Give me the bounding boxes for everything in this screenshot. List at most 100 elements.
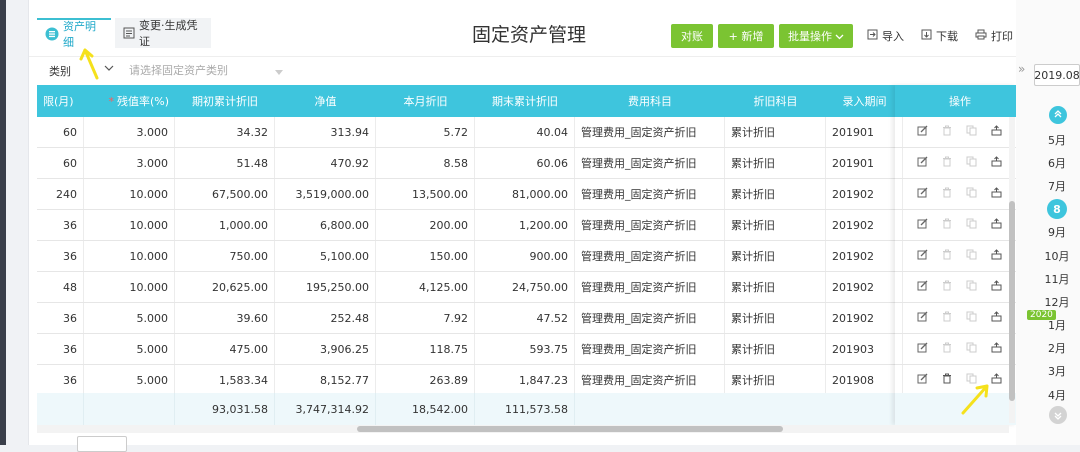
col-label: 残值率(%) xyxy=(116,95,169,108)
month-item[interactable]: 6月 xyxy=(1034,151,1080,174)
copy-icon[interactable] xyxy=(966,373,977,387)
dispose-icon[interactable] xyxy=(991,280,1002,294)
month-item[interactable]: 10月 xyxy=(1034,244,1080,267)
delete-icon[interactable] xyxy=(942,311,952,325)
category-select[interactable]: 请选择固定资产类别 xyxy=(129,62,289,78)
dispose-icon[interactable] xyxy=(991,342,1002,356)
chevron-up-icon xyxy=(1054,110,1062,118)
table-row[interactable]: 60 3.000 34.32 313.94 5.72 40.04 管理费用_固定资产折旧 累计… xyxy=(37,117,1017,148)
table-row[interactable]: 60 3.000 51.48 470.92 8.58 60.06 管理费用_固定资产折旧 累计… xyxy=(37,148,1017,179)
cell-entry-period: 201902 xyxy=(826,303,903,333)
cell-net-value: 3,906.25 xyxy=(275,334,376,364)
chevron-down-icon[interactable] xyxy=(104,61,114,78)
dispose-icon[interactable] xyxy=(991,156,1002,170)
reconcile-button[interactable]: 对账 xyxy=(671,24,713,48)
table-row[interactable]: 240 10.000 67,500.00 3,519,000.00 13,500.00 8… xyxy=(37,179,1017,210)
month-item[interactable]: 4月 xyxy=(1034,383,1080,406)
expand-icon[interactable]: » xyxy=(1018,62,1025,76)
copy-icon[interactable] xyxy=(966,249,977,263)
top-bar: 资产明细 变更·生成凭证 固定资产管理 对账 + 新增 批量操作 导入 下载 打… xyxy=(29,0,1017,56)
batch-operations-button[interactable]: 批量操作 xyxy=(779,24,853,48)
scroll-down-button[interactable] xyxy=(1049,406,1067,424)
col-operations: 操作 xyxy=(949,95,971,108)
cell-life: 60 xyxy=(37,148,84,178)
dispose-icon[interactable] xyxy=(991,373,1002,387)
month-item[interactable]: 11月 xyxy=(1034,267,1080,290)
delete-icon[interactable] xyxy=(942,342,952,356)
month-item[interactable]: 2月 xyxy=(1034,337,1080,360)
month-item[interactable]: 3月 xyxy=(1034,360,1080,383)
table-row[interactable]: 48 10.000 20,625.00 195,250.00 4,125.00 24,75… xyxy=(37,272,1017,303)
table-row[interactable]: 36 5.000 475.00 3,906.25 118.75 593.75 管理费用_固定… xyxy=(37,334,1017,365)
table-row[interactable]: 36 10.000 1,000.00 6,800.00 200.00 1,200.00 管理… xyxy=(37,210,1017,241)
page-size-input[interactable] xyxy=(77,436,127,452)
dispose-icon[interactable] xyxy=(991,125,1002,139)
col-dep-account: 折旧科目 xyxy=(753,95,798,108)
cell-net-value: 3,519,000.00 xyxy=(275,179,376,209)
tab-change-voucher[interactable]: 变更·生成凭证 xyxy=(115,18,211,48)
delete-icon[interactable] xyxy=(942,373,952,387)
month-item[interactable]: 8 xyxy=(1034,198,1080,221)
cell-life: 48 xyxy=(37,272,84,302)
dispose-icon[interactable] xyxy=(991,311,1002,325)
edit-icon[interactable] xyxy=(917,280,928,294)
table-row[interactable]: 36 5.000 39.60 252.48 7.92 47.52 管理费用_固定资产折旧 累计… xyxy=(37,303,1017,334)
edit-icon[interactable] xyxy=(917,187,928,201)
month-item[interactable]: 5月 xyxy=(1034,128,1080,151)
period-sidebar: » 2019.08 5月 6月 7月 8 9月 10月 11月 12月 1月 2月 3月 4月 202… xyxy=(1016,0,1080,445)
cell-life: 36 xyxy=(37,334,84,364)
copy-icon[interactable] xyxy=(966,156,977,170)
cell-opening-accum: 1,000.00 xyxy=(175,210,275,240)
dispose-icon[interactable] xyxy=(991,218,1002,232)
download-button[interactable]: 下载 xyxy=(921,24,958,48)
edit-icon[interactable] xyxy=(917,156,928,170)
chevron-down-icon xyxy=(835,30,844,43)
delete-icon[interactable] xyxy=(942,249,952,263)
cell-opening-accum: 750.00 xyxy=(175,241,275,271)
import-button[interactable]: 导入 xyxy=(867,24,904,48)
category-label: 类别 xyxy=(49,65,71,78)
period-display[interactable]: 2019.08 xyxy=(1034,64,1080,86)
year-badge: 2020 xyxy=(1027,310,1056,320)
cell-life: 240 xyxy=(37,179,84,209)
month-item[interactable]: 9月 xyxy=(1034,221,1080,244)
copy-icon[interactable] xyxy=(966,218,977,232)
horizontal-scroll-thumb[interactable] xyxy=(357,426,783,432)
horizontal-scrollbar[interactable] xyxy=(37,425,1009,433)
edit-icon[interactable] xyxy=(917,218,928,232)
month-label: 8 xyxy=(1047,199,1067,220)
table-row[interactable]: 36 10.000 750.00 5,100.00 150.00 900.00 管理费用_固… xyxy=(37,241,1017,272)
scroll-up-button[interactable] xyxy=(1049,106,1067,124)
dispose-icon[interactable] xyxy=(991,249,1002,263)
dispose-icon[interactable] xyxy=(991,187,1002,201)
col-closing-accum: 期末累计折旧 xyxy=(492,95,558,108)
delete-icon[interactable] xyxy=(942,280,952,294)
table-row[interactable]: 36 5.000 1,583.34 8,152.77 263.89 1,847.23 管理费… xyxy=(37,365,1017,396)
copy-icon[interactable] xyxy=(966,187,977,201)
delete-icon[interactable] xyxy=(942,218,952,232)
month-label: 3月 xyxy=(1048,365,1066,379)
delete-icon[interactable] xyxy=(942,187,952,201)
delete-icon[interactable] xyxy=(942,125,952,139)
add-button[interactable]: + 新增 xyxy=(718,24,774,48)
vertical-scroll-thumb[interactable] xyxy=(1009,201,1015,401)
edit-icon[interactable] xyxy=(917,311,928,325)
edit-icon[interactable] xyxy=(917,342,928,356)
edit-icon[interactable] xyxy=(917,373,928,387)
cell-operations xyxy=(903,365,1017,395)
copy-icon[interactable] xyxy=(966,311,977,325)
cell-operations xyxy=(903,179,1017,209)
edit-icon[interactable] xyxy=(917,249,928,263)
total-month-dep: 18,542.00 xyxy=(376,393,475,425)
copy-icon[interactable] xyxy=(966,342,977,356)
vertical-scrollbar[interactable] xyxy=(1009,117,1015,423)
print-button[interactable]: 打印 xyxy=(975,24,1013,48)
tab-asset-detail[interactable]: 资产明细 xyxy=(37,18,111,49)
month-item[interactable]: 7月 xyxy=(1034,174,1080,197)
delete-icon[interactable] xyxy=(942,156,952,170)
col-month-dep: 本月折旧 xyxy=(403,95,448,108)
edit-icon[interactable] xyxy=(917,125,928,139)
cell-entry-period: 201902 xyxy=(826,210,903,240)
copy-icon[interactable] xyxy=(966,125,977,139)
copy-icon[interactable] xyxy=(966,280,977,294)
